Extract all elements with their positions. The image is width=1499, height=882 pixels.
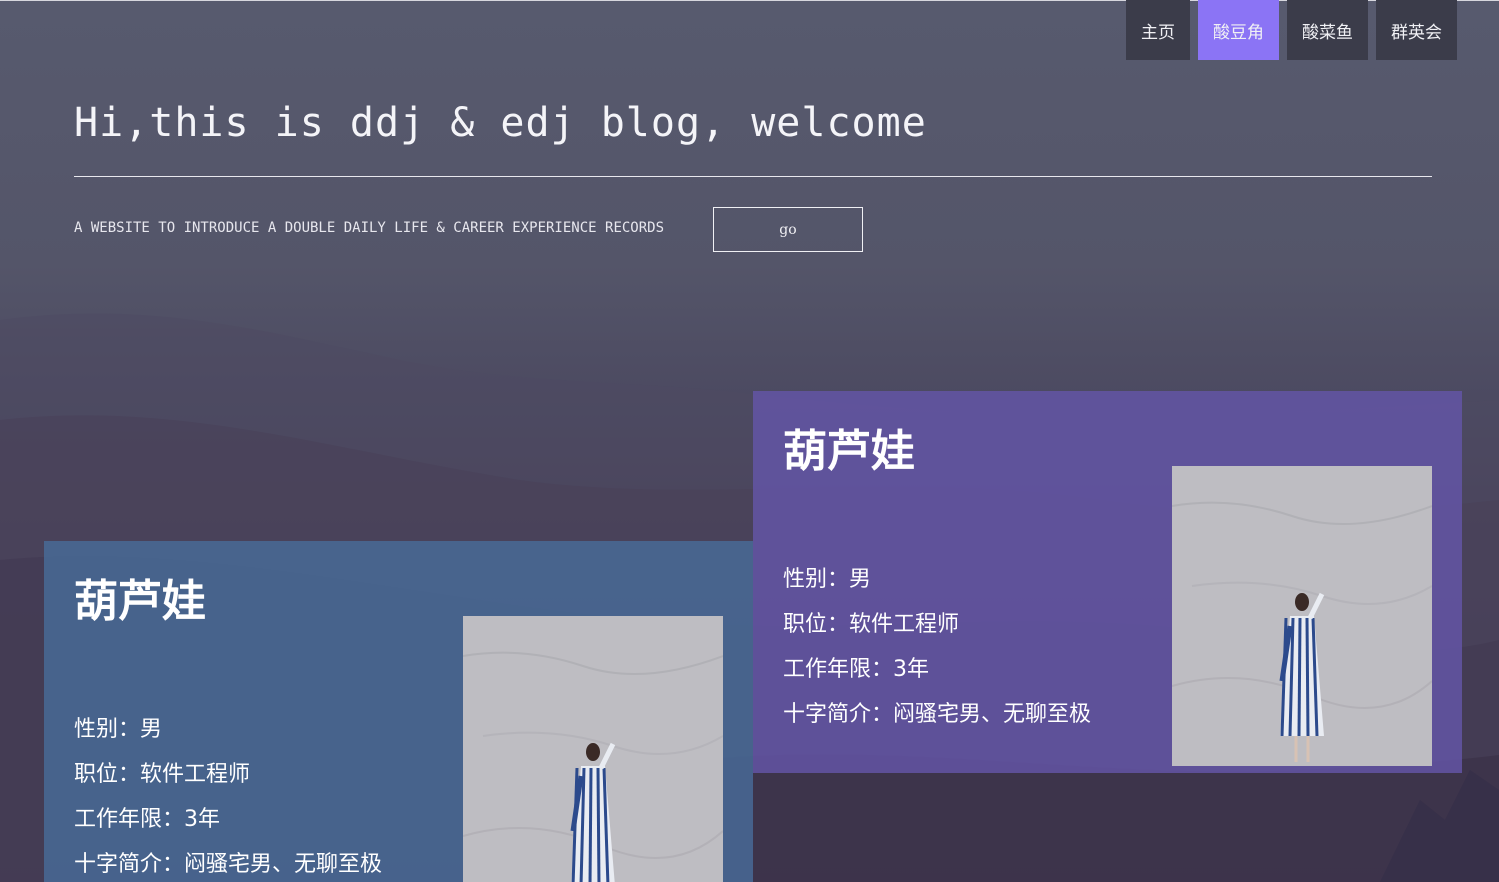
nav-item-home[interactable]: 主页 [1126, 0, 1190, 60]
nav-item-suancaiyu[interactable]: 酸菜鱼 [1287, 0, 1368, 60]
top-navigation: 主页 酸豆角 酸菜鱼 群英会 [1126, 0, 1457, 60]
page: 主页 酸豆角 酸菜鱼 群英会 Hi,this is ddj & edj blog… [0, 0, 1499, 882]
nav-item-suandoujiao[interactable]: 酸豆角 [1198, 0, 1279, 60]
card-intro: 十字简介：闷骚宅男、无聊至极 [74, 852, 383, 877]
go-button[interactable]: go [713, 207, 863, 252]
profile-card-1: 葫芦娃 性别：男 职位：软件工程师 工作年限：3年 十字简介：闷骚宅男、无聊至极 [44, 541, 753, 882]
nav-item-qunyinghui[interactable]: 群英会 [1376, 0, 1457, 60]
card-intro: 十字简介：闷骚宅男、无聊至极 [783, 702, 1092, 727]
card-gender: 性别：男 [783, 567, 872, 592]
card-position: 职位：软件工程师 [74, 762, 251, 787]
card-position: 职位：软件工程师 [783, 612, 960, 637]
hero-title: Hi,this is ddj & edj blog, welcome [74, 100, 927, 146]
profile-photo [1172, 466, 1432, 766]
card-name: 葫芦娃 [783, 426, 915, 477]
card-gender: 性别：男 [74, 717, 163, 742]
card-years: 工作年限：3年 [783, 657, 929, 682]
profile-card-2: 葫芦娃 性别：男 职位：软件工程师 工作年限：3年 十字简介：闷骚宅男、无聊至极 [753, 391, 1462, 773]
card-years: 工作年限：3年 [74, 807, 220, 832]
card-name: 葫芦娃 [74, 576, 206, 627]
card-info: 性别：男 职位：软件工程师 工作年限：3年 十字简介：闷骚宅男、无聊至极 [783, 557, 1091, 737]
card-info: 性别：男 职位：软件工程师 工作年限：3年 十字简介：闷骚宅男、无聊至极 [74, 707, 382, 882]
profile-photo [463, 616, 723, 882]
hero-subtitle: A WEBSITE TO INTRODUCE A DOUBLE DAILY LI… [74, 220, 665, 236]
hero-divider [74, 176, 1432, 177]
